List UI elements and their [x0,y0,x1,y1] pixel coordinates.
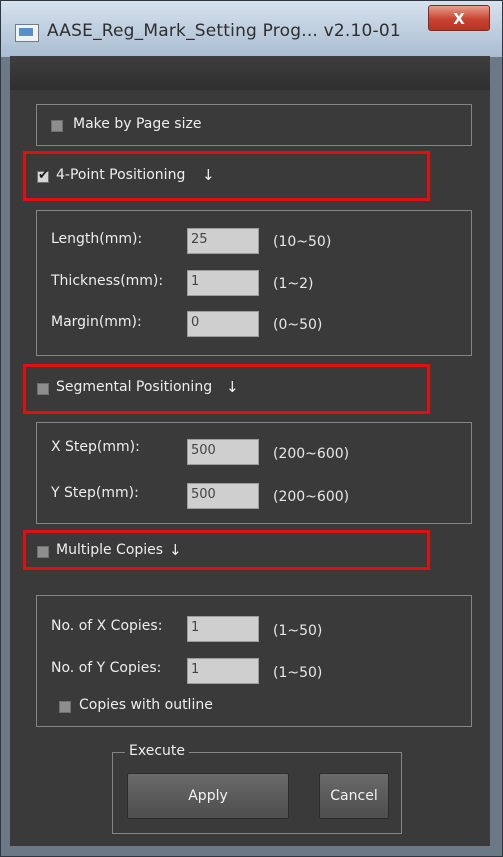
four-point-label: 4-Point Positioning [56,167,186,183]
down-arrow-icon: ↓ [226,378,239,396]
margin-label: Margin(mm): [51,314,142,330]
y-step-label: Y Step(mm): [51,485,139,501]
down-arrow-icon: ↓ [169,541,182,559]
x-step-field[interactable]: 500 [187,439,259,465]
y-step-field[interactable]: 500 [187,483,259,509]
thickness-range: (1~2) [273,276,314,292]
segmental-label: Segmental Positioning [56,379,213,395]
length-label: Length(mm): [51,231,143,247]
page-size-panel: Make by Page size [36,104,472,146]
cancel-button[interactable]: Cancel [319,773,389,819]
apply-button[interactable]: Apply [127,773,289,819]
thickness-field[interactable]: 1 [187,270,259,296]
multiple-copies-label: Multiple Copies [56,542,164,558]
x-step-label: X Step(mm): [51,439,140,455]
segmental-panel: X Step(mm): 500 (200~600) Y Step(mm): 50… [36,422,472,524]
four-point-panel: Length(mm): 25 (10~50) Thickness(mm): 1 … [36,210,472,356]
window-title: AASE_Reg_Mark_Setting Prog... v2.10-01 [47,21,401,41]
dialog-top-bar [10,56,490,90]
margin-field[interactable]: 0 [187,311,259,337]
make-by-page-size-checkbox[interactable] [51,120,63,132]
four-point-checkbox[interactable] [37,168,49,183]
x-copies-field[interactable]: 1 [187,616,259,642]
length-field[interactable]: 25 [187,228,259,254]
thickness-label: Thickness(mm): [51,273,164,289]
execute-group-label: Execute [125,743,189,759]
down-arrow-icon: ↓ [202,166,215,184]
make-by-page-size-label: Make by Page size [73,116,202,132]
execute-group: Execute Apply Cancel [112,743,402,834]
length-range: (10~50) [273,234,332,250]
y-copies-field[interactable]: 1 [187,658,259,684]
y-copies-range: (1~50) [273,665,323,681]
copies-panel: No. of X Copies: 1 (1~50) No. of Y Copie… [36,595,472,727]
segmental-checkbox[interactable] [37,383,49,395]
x-copies-range: (1~50) [273,623,323,639]
close-button[interactable]: X [428,5,490,31]
x-step-range: (200~600) [273,446,350,462]
copies-with-outline-checkbox[interactable] [59,701,71,713]
multiple-copies-checkbox[interactable] [37,546,49,558]
y-copies-label: No. of Y Copies: [51,660,162,676]
y-step-range: (200~600) [273,489,350,505]
copies-with-outline-label: Copies with outline [79,697,213,713]
margin-range: (0~50) [273,317,323,333]
x-copies-label: No. of X Copies: [51,618,163,634]
title-bar[interactable]: AASE_Reg_Mark_Setting Prog... v2.10-01 X [1,1,502,57]
app-icon [15,24,39,42]
